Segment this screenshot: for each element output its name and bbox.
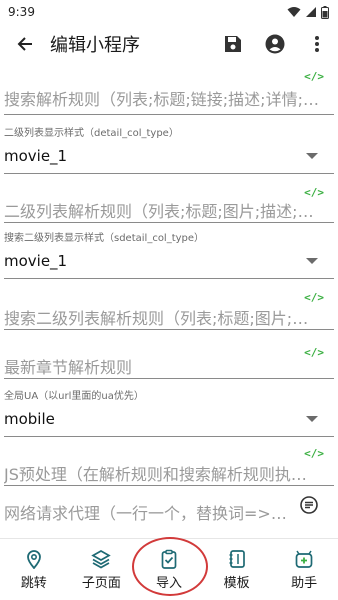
code-editor-icon[interactable]: </> xyxy=(304,291,324,304)
proxy-field[interactable]: 网络请求代理（一行一个，替换词=>… xyxy=(4,486,334,524)
dropdown-arrow-icon xyxy=(306,153,318,159)
layers-icon xyxy=(91,549,112,568)
dropdown-arrow-icon xyxy=(306,416,318,422)
nav-label: 模板 xyxy=(223,575,250,591)
save-button[interactable] xyxy=(212,24,254,64)
code-editor-icon[interactable]: </> xyxy=(304,447,324,460)
divider xyxy=(4,222,334,223)
nav-label: 子页面 xyxy=(81,575,121,591)
nav-item-template[interactable]: 模板 xyxy=(207,549,267,591)
save-icon xyxy=(225,36,241,52)
bottom-nav: 跳转 子页面 导入 模板 助手 xyxy=(0,538,338,600)
nav-item-subpage[interactable]: 子页面 xyxy=(71,549,131,591)
nav-item-import[interactable]: 导入 xyxy=(139,549,199,591)
account-button[interactable] xyxy=(254,24,296,64)
account-circle-icon xyxy=(265,34,285,54)
latest-chapter-rule-field[interactable]: </> 最新章节解析规则 xyxy=(4,330,334,377)
divider xyxy=(4,114,334,115)
nav-item-jump[interactable]: 跳转 xyxy=(4,549,64,591)
detail-col-type-value: movie_1 xyxy=(4,147,68,165)
more-button[interactable] xyxy=(296,24,338,64)
battery-icon xyxy=(321,5,329,19)
sdetail-col-type-label: 搜索二级列表显示样式（sdetail_col_type） xyxy=(4,233,205,244)
nav-label: 导入 xyxy=(155,575,182,591)
dropdown-arrow-icon xyxy=(306,258,318,264)
rule-form: </> 搜索解析规则（列表;标题;链接;描述;详情;… 二级列表显示样式（det… xyxy=(0,66,338,524)
search-second-rule-placeholder: 搜索二级列表解析规则（列表;标题;图片;描… xyxy=(4,309,325,328)
nav-label: 助手 xyxy=(291,575,318,591)
detail-col-type-label: 二级列表显示样式（detail_col_type） xyxy=(4,128,179,139)
sdetail-col-type-value: movie_1 xyxy=(4,252,68,270)
format-list-icon[interactable] xyxy=(300,496,318,514)
status-bar: 9:39 xyxy=(0,0,338,24)
robot-plus-icon xyxy=(295,550,313,568)
second-list-rule-placeholder: 二级列表解析规则（列表;标题;图片;描述;… xyxy=(4,202,314,221)
code-editor-icon[interactable]: </> xyxy=(304,186,324,199)
status-icons xyxy=(287,5,329,19)
global-ua-value: mobile xyxy=(4,410,55,428)
search-rule-placeholder: 搜索解析规则（列表;标题;链接;描述;详情;… xyxy=(4,90,319,109)
back-button[interactable] xyxy=(0,24,50,64)
global-ua-select[interactable]: mobile xyxy=(4,410,334,432)
page-title: 编辑小程序 xyxy=(50,35,140,56)
search-second-rule-field[interactable]: </> 搜索二级列表解析规则（列表;标题;图片;描… xyxy=(4,279,334,328)
detail-col-type-select[interactable]: movie_1 xyxy=(4,147,334,169)
wifi-icon xyxy=(287,7,301,17)
notebook-icon xyxy=(229,549,245,568)
arrow-left-icon xyxy=(17,37,32,51)
nav-item-assistant[interactable]: 助手 xyxy=(274,549,334,591)
toolbar-actions xyxy=(212,24,338,64)
sdetail-col-type-select[interactable]: movie_1 xyxy=(4,252,334,274)
proxy-placeholder: 网络请求代理（一行一个，替换词=>… xyxy=(4,504,287,523)
cell-signal-icon xyxy=(306,7,316,17)
location-pin-icon xyxy=(26,549,41,569)
latest-chapter-rule-placeholder: 最新章节解析规则 xyxy=(4,358,133,377)
js-preprocess-field[interactable]: </> JS预处理（在解析规则和搜索解析规则执… xyxy=(4,437,334,484)
search-rule-field[interactable]: </> 搜索解析规则（列表;标题;链接;描述;详情;… xyxy=(4,66,334,110)
nav-label: 跳转 xyxy=(20,575,47,591)
code-editor-icon[interactable]: </> xyxy=(304,346,324,359)
second-list-rule-field[interactable]: </> 二级列表解析规则（列表;标题;图片;描述;… xyxy=(4,174,334,221)
code-editor-icon[interactable]: </> xyxy=(304,70,324,83)
divider xyxy=(4,378,334,379)
app-bar: 编辑小程序 xyxy=(0,24,338,64)
js-preprocess-placeholder: JS预处理（在解析规则和搜索解析规则执… xyxy=(4,465,307,484)
clipboard-check-icon xyxy=(161,549,177,569)
status-time: 9:39 xyxy=(8,5,35,19)
global-ua-label: 全局UA（以url里面的ua优先） xyxy=(4,391,144,402)
more-vertical-icon xyxy=(315,36,319,52)
